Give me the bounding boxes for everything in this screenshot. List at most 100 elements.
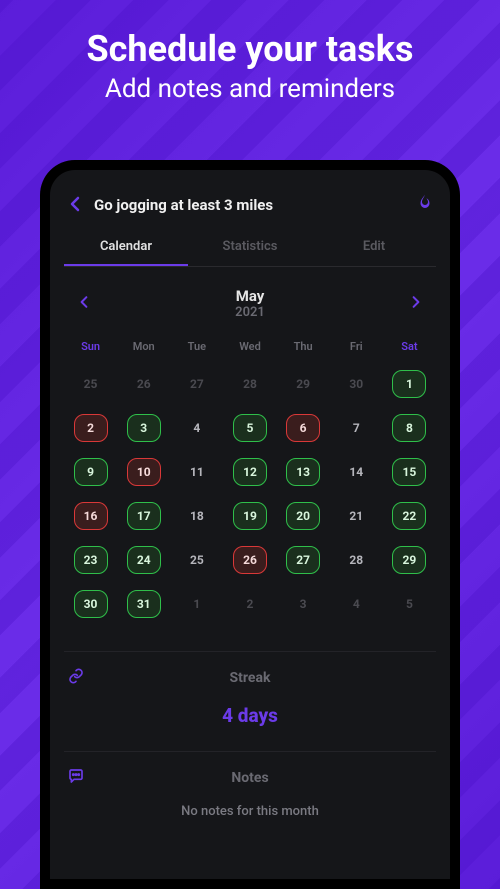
day-pill: 27 [286, 546, 320, 574]
day-pill: 14 [339, 458, 373, 486]
day-pill: 29 [392, 546, 426, 574]
calendar-day[interactable]: 6 [281, 411, 326, 445]
calendar-day[interactable]: 21 [334, 499, 379, 533]
calendar-day[interactable]: 11 [174, 455, 219, 489]
day-pill: 31 [127, 590, 161, 618]
dow-header: Thu [281, 340, 326, 357]
day-pill: 2 [74, 414, 108, 442]
day-pill: 16 [74, 502, 108, 530]
next-month-button[interactable] [406, 294, 426, 313]
task-title: Go jogging at least 3 miles [94, 196, 406, 214]
tab-edit[interactable]: Edit [312, 229, 436, 266]
dow-header: Tue [174, 340, 219, 357]
calendar-day[interactable]: 26 [121, 367, 166, 401]
promo-title: Schedule your tasks [0, 28, 500, 70]
calendar-day[interactable]: 1 [174, 587, 219, 621]
tab-calendar[interactable]: Calendar [64, 229, 188, 266]
calendar-day[interactable]: 23 [68, 543, 113, 577]
calendar-day[interactable]: 12 [227, 455, 272, 489]
day-pill: 5 [392, 590, 426, 618]
promo-text: Schedule your tasks Add notes and remind… [0, 0, 500, 104]
calendar-day[interactable]: 16 [68, 499, 113, 533]
calendar-day[interactable]: 25 [68, 367, 113, 401]
phone-screen: Go jogging at least 3 miles Calendar Sta… [50, 170, 450, 879]
day-pill: 28 [339, 546, 373, 574]
dow-header: Mon [121, 340, 166, 357]
day-pill: 19 [233, 502, 267, 530]
calendar-day[interactable]: 15 [387, 455, 432, 489]
calendar-day[interactable]: 2 [68, 411, 113, 445]
calendar-day[interactable]: 4 [174, 411, 219, 445]
calendar-day[interactable]: 4 [334, 587, 379, 621]
calendar-grid: SunMonTueWedThuFriSat2526272829301234567… [64, 328, 436, 633]
calendar-day[interactable]: 1 [387, 367, 432, 401]
calendar-day[interactable]: 20 [281, 499, 326, 533]
day-pill: 25 [74, 370, 108, 398]
day-pill: 6 [286, 414, 320, 442]
calendar-day[interactable]: 24 [121, 543, 166, 577]
promo-subtitle: Add notes and reminders [0, 74, 500, 104]
phone-frame: Go jogging at least 3 miles Calendar Sta… [40, 160, 460, 889]
calendar-day[interactable]: 25 [174, 543, 219, 577]
year: 2021 [235, 305, 265, 320]
calendar-day[interactable]: 22 [387, 499, 432, 533]
notes-label: Notes [231, 770, 268, 786]
day-pill: 7 [339, 414, 373, 442]
day-pill: 27 [180, 370, 214, 398]
calendar-day[interactable]: 5 [227, 411, 272, 445]
dow-header: Sat [387, 340, 432, 357]
calendar-day[interactable]: 28 [334, 543, 379, 577]
chevron-right-icon [412, 295, 420, 309]
dow-header: Fri [334, 340, 379, 357]
task-header: Go jogging at least 3 miles [64, 186, 436, 229]
calendar-day[interactable]: 30 [334, 367, 379, 401]
streak-value: 4 days [64, 692, 436, 733]
link-icon [68, 668, 84, 688]
flame-icon [416, 192, 434, 212]
calendar-day[interactable]: 29 [281, 367, 326, 401]
calendar-day[interactable]: 17 [121, 499, 166, 533]
calendar-day[interactable]: 27 [174, 367, 219, 401]
streak-flame-button[interactable] [416, 192, 434, 217]
chevron-left-icon [80, 295, 88, 309]
calendar-day[interactable]: 7 [334, 411, 379, 445]
calendar-day[interactable]: 13 [281, 455, 326, 489]
day-pill: 26 [127, 370, 161, 398]
calendar-day[interactable]: 14 [334, 455, 379, 489]
chevron-left-icon [70, 196, 80, 212]
calendar-day[interactable]: 10 [121, 455, 166, 489]
calendar-day[interactable]: 31 [121, 587, 166, 621]
calendar-day[interactable]: 9 [68, 455, 113, 489]
day-pill: 4 [339, 590, 373, 618]
day-pill: 2 [233, 590, 267, 618]
day-pill: 18 [180, 502, 214, 530]
calendar-day[interactable]: 19 [227, 499, 272, 533]
calendar-day[interactable]: 5 [387, 587, 432, 621]
day-pill: 17 [127, 502, 161, 530]
day-pill: 11 [180, 458, 214, 486]
day-pill: 1 [180, 590, 214, 618]
calendar-day[interactable]: 8 [387, 411, 432, 445]
calendar-day[interactable]: 18 [174, 499, 219, 533]
calendar-day[interactable]: 29 [387, 543, 432, 577]
day-pill: 25 [180, 546, 214, 574]
calendar-day[interactable]: 3 [281, 587, 326, 621]
day-pill: 23 [74, 546, 108, 574]
calendar-day[interactable]: 30 [68, 587, 113, 621]
chat-icon [68, 768, 84, 788]
calendar-day[interactable]: 2 [227, 587, 272, 621]
back-button[interactable] [66, 193, 84, 217]
day-pill: 13 [286, 458, 320, 486]
calendar-day[interactable]: 3 [121, 411, 166, 445]
day-pill: 21 [339, 502, 373, 530]
day-pill: 26 [233, 546, 267, 574]
calendar-day[interactable]: 26 [227, 543, 272, 577]
day-pill: 10 [127, 458, 161, 486]
day-pill: 12 [233, 458, 267, 486]
day-pill: 24 [127, 546, 161, 574]
calendar-day[interactable]: 27 [281, 543, 326, 577]
prev-month-button[interactable] [74, 294, 94, 313]
calendar-day[interactable]: 28 [227, 367, 272, 401]
day-pill: 4 [180, 414, 214, 442]
tab-statistics[interactable]: Statistics [188, 229, 312, 266]
